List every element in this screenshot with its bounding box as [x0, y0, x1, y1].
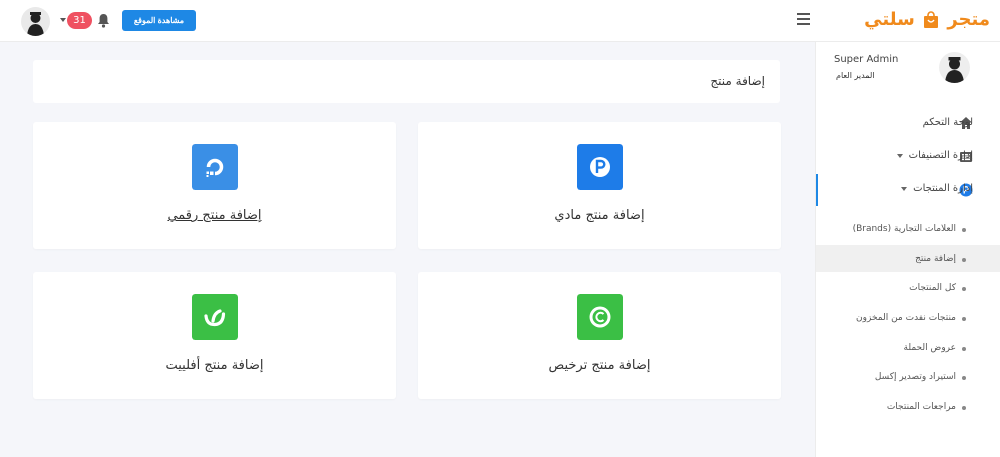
bell-icon[interactable]: [97, 13, 110, 28]
card-label: إضافة منتج رقمي: [167, 208, 262, 223]
submenu-item-reviews[interactable]: مراجعات المنتجات: [887, 402, 956, 412]
sidebar-avatar: [939, 52, 970, 83]
add-physical-product-card[interactable]: إضافة منتج مادي: [418, 122, 781, 249]
visit-site-button[interactable]: مشاهدة الموقع: [122, 10, 196, 31]
sidebar-item-label: إدارة التصنيفات: [908, 150, 973, 161]
bullet-icon: [962, 287, 966, 291]
sidebar-item-label: لوحة التحكم: [922, 117, 973, 128]
sidebar-item-dashboard[interactable]: لوحة التحكم: [923, 117, 973, 128]
add-affiliate-product-card[interactable]: إضافة منتج أفلييت: [33, 272, 396, 399]
user-role: المدير العام: [836, 71, 875, 80]
bullet-icon: [962, 406, 966, 410]
submenu-item-add-product[interactable]: إضافة منتج: [915, 254, 956, 264]
digital-product-icon: [191, 144, 238, 190]
logo-word-2: سلتي: [864, 9, 915, 30]
sidebar-item-products[interactable]: إدارة المنتجات: [901, 183, 973, 194]
active-indicator: [816, 174, 818, 206]
sidebar: Super Admin المدير العام لوحة التحكم إدا…: [815, 42, 1000, 457]
card-label: إضافة منتج أفلييت: [165, 358, 264, 373]
submenu-item-campaign-offers[interactable]: عروض الحملة: [904, 343, 956, 353]
license-icon: [576, 294, 623, 340]
page-title: إضافة منتج: [710, 74, 765, 88]
hamburger-icon[interactable]: [797, 13, 810, 26]
bullet-icon: [962, 317, 966, 321]
sidebar-item-categories[interactable]: إدارة التصنيفات: [896, 150, 973, 161]
bullet-icon: [962, 347, 966, 351]
logo-word-1: متجر: [947, 9, 990, 30]
notification-badge[interactable]: 31: [67, 12, 92, 29]
submenu-active-background: [816, 245, 1000, 272]
submenu-item-out-of-stock[interactable]: منتجات نفدت من المخزون: [856, 313, 956, 323]
add-digital-product-card[interactable]: إضافة منتج رقمي: [33, 122, 396, 249]
page-title-card: إضافة منتج: [33, 60, 780, 103]
bullet-icon: [962, 376, 966, 380]
physical-product-icon: [576, 144, 623, 190]
chevron-down-icon[interactable]: [60, 18, 66, 22]
submenu-item-brands[interactable]: العلامات التجارية (Brands): [853, 224, 956, 234]
card-label: إضافة منتج ترخيص: [548, 358, 651, 373]
bullet-icon: [962, 228, 966, 232]
logo[interactable]: متجر سلتي: [864, 6, 990, 34]
user-name: Super Admin: [834, 54, 899, 65]
card-label: إضافة منتج مادي: [554, 208, 645, 223]
shopping-bag-icon: [924, 11, 939, 28]
add-license-product-card[interactable]: إضافة منتج ترخيص: [418, 272, 781, 399]
chevron-down-icon: [896, 153, 903, 158]
bullet-icon: [962, 258, 966, 262]
chevron-down-icon: [901, 186, 908, 191]
avatar[interactable]: [21, 7, 50, 36]
sidebar-item-label: إدارة المنتجات: [913, 183, 973, 194]
submenu-item-import-export[interactable]: استيراد وتصدير إكسل: [875, 372, 956, 382]
submenu-item-all-products[interactable]: كل المنتجات: [909, 283, 956, 293]
top-bar: 31 مشاهدة الموقع متجر سلتي: [0, 0, 1000, 42]
affiliate-icon: [191, 294, 238, 340]
